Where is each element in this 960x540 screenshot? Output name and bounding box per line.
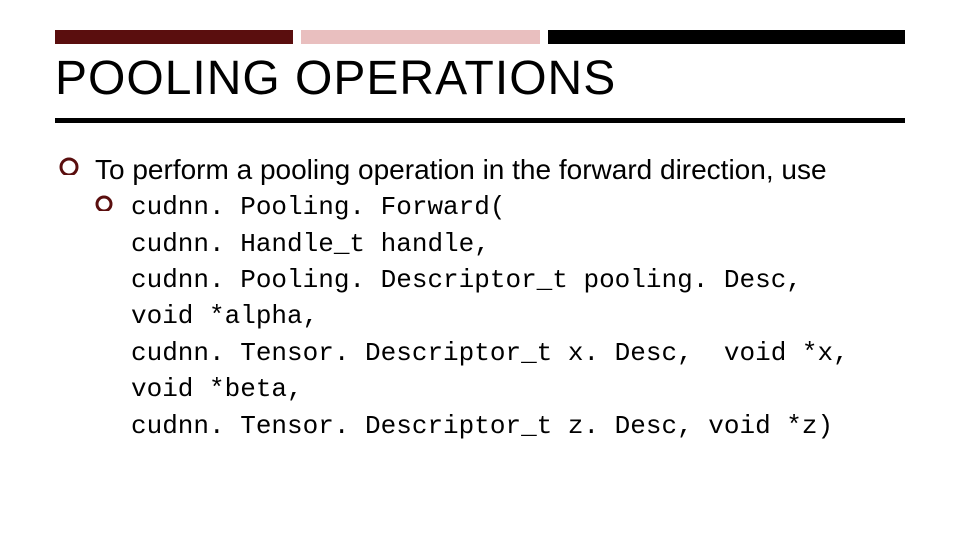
list-item: cudnn. Pooling. Forward( cudnn. Handle_t… bbox=[95, 189, 905, 444]
circle-bullet-icon bbox=[59, 155, 79, 175]
circle-bullet-icon bbox=[95, 193, 113, 211]
code-block: cudnn. Pooling. Forward( cudnn. Handle_t… bbox=[131, 192, 849, 440]
accent-bar-black bbox=[548, 30, 905, 44]
slide-body: To perform a pooling operation in the fo… bbox=[55, 151, 905, 444]
title-container: POOLING OPERATIONS bbox=[55, 50, 905, 123]
accent-bar-light bbox=[301, 30, 539, 44]
accent-bar-dark bbox=[55, 30, 293, 44]
decorative-top-bars bbox=[55, 30, 905, 44]
slide: POOLING OPERATIONS To perform a pooling … bbox=[0, 0, 960, 540]
list-item: To perform a pooling operation in the fo… bbox=[59, 151, 905, 444]
bullet-text: To perform a pooling operation in the fo… bbox=[95, 154, 827, 185]
slide-title: POOLING OPERATIONS bbox=[55, 54, 905, 104]
